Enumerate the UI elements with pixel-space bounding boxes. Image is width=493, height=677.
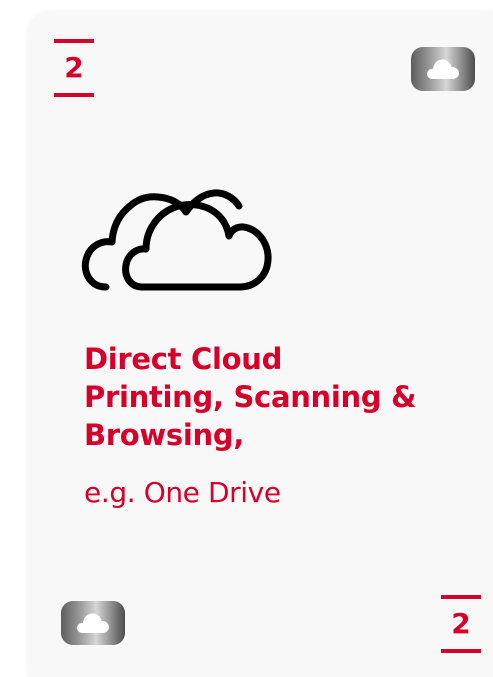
cloud-chip-icon xyxy=(61,601,125,645)
cloud-icon xyxy=(427,59,459,79)
cloud-chip-icon xyxy=(411,47,475,91)
card-subtitle: e.g. One Drive xyxy=(84,476,281,509)
title-line: Direct Cloud xyxy=(84,342,283,376)
title-line: Browsing, xyxy=(84,418,245,452)
card-number-bottom: 2 xyxy=(441,595,481,653)
cloud-icon xyxy=(77,613,109,633)
card-title: Direct Cloud Printing, Scanning & Browsi… xyxy=(84,340,464,454)
card-number-top: 2 xyxy=(54,39,94,97)
cloud-icon xyxy=(81,189,272,291)
title-line: Printing, Scanning & xyxy=(84,380,417,414)
page: 2 Direct Cloud Printing, Scanning & Brow… xyxy=(0,0,493,677)
